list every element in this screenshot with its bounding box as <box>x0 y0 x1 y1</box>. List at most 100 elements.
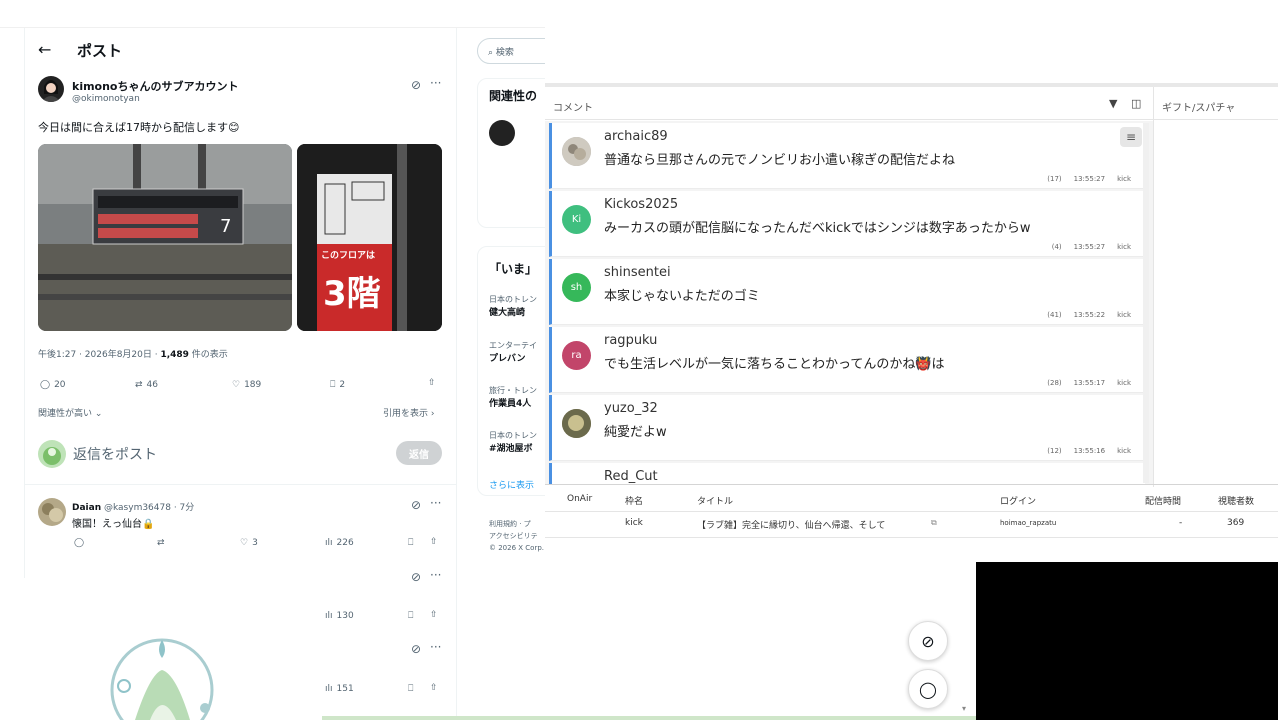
menu-icon[interactable]: ≡ <box>1120 127 1142 147</box>
comment-source: kick <box>1117 379 1131 387</box>
comment-source: kick <box>1117 311 1131 319</box>
like-count: 189 <box>244 380 262 390</box>
like-action[interactable]: ♡ 189 <box>232 380 261 390</box>
related-avatar[interactable] <box>489 120 515 146</box>
quote-link[interactable]: 引用を表示 › <box>383 406 434 419</box>
filter-icon[interactable]: ▼ <box>1109 97 1117 110</box>
reply-button[interactable]: 返信 <box>396 441 442 465</box>
comment-count: (28) <box>1047 379 1062 387</box>
grok-icon[interactable]: ⊘ <box>411 78 421 92</box>
col-header-login[interactable]: ログイン <box>1000 494 1036 507</box>
comment-row[interactable]: yuzo_32 純愛だよw (12) 13:55:16 kick <box>549 395 1145 461</box>
views-action[interactable]: ılı 151 <box>325 684 354 694</box>
post-views-suffix: 件の表示 <box>188 350 228 360</box>
comment-user: yuzo_32 <box>604 401 658 416</box>
more-icon[interactable]: ··· <box>430 568 441 582</box>
trend-item[interactable]: 日本のトレン #湖池屋ボ <box>489 430 537 454</box>
reply-input[interactable]: 返信をポスト <box>73 444 157 464</box>
comment-text: でも生活レベルが一気に落ちることわかってんのかね👹は <box>604 357 945 372</box>
share-icon[interactable]: ⇧ <box>430 537 438 547</box>
mascot-logo <box>110 638 214 720</box>
reply-avatar[interactable] <box>38 498 66 526</box>
relevance-sort[interactable]: 関連性が高い ⌄ <box>38 406 102 419</box>
comment-meta: (41) 13:55:22 kick <box>1047 311 1131 319</box>
more-icon[interactable]: ··· <box>430 496 441 510</box>
repost-action[interactable]: ⇄ 46 <box>135 380 158 390</box>
trend-category: 日本のトレン <box>489 295 537 304</box>
comment-icon[interactable]: ◯ <box>74 538 84 548</box>
grok-button[interactable]: ⊘ <box>908 621 948 661</box>
bookmark-icon[interactable]: ⎕ <box>408 611 413 621</box>
views-action[interactable]: ılı 130 <box>325 611 354 621</box>
trend-item[interactable]: エンターテイ プレバン <box>489 340 537 364</box>
grok-icon[interactable]: ⊘ <box>411 570 421 584</box>
scrollbar[interactable] <box>1143 123 1149 483</box>
my-avatar[interactable] <box>38 440 66 468</box>
screen: ← ポスト kimonoちゃんのサブアカウント @okimonotyan ⊘ ·… <box>0 0 1278 720</box>
search-icon: ⌕ <box>488 48 496 58</box>
more-icon[interactable]: ··· <box>430 640 441 654</box>
back-arrow-icon[interactable]: ← <box>38 40 51 59</box>
share-icon[interactable]: ⇧ <box>428 378 436 388</box>
comment-row[interactable]: Red_Cut <box>549 463 1145 484</box>
bookmark-action[interactable]: ⎕ 2 <box>330 380 345 390</box>
comment-list: archaic89 普通なら旦那さんの元でノンビリお小遣い稼ぎの配信だよね (1… <box>545 121 1153 484</box>
chat-bubble-icon: ◯ <box>919 679 937 699</box>
reply-action[interactable]: ◯ 20 <box>40 380 66 390</box>
author-handle[interactable]: @okimonotyan <box>72 94 140 104</box>
trend-category: エンターテイ <box>489 341 537 350</box>
reply-header: Daian @kasym36478 · 7分 <box>72 500 194 513</box>
post-image-station[interactable]: 7 <box>38 144 292 331</box>
footer-line: © 2026 X Corp. <box>489 544 545 552</box>
relevance-label: 関連性が高い <box>38 409 93 419</box>
col-header-viewers[interactable]: 視聴者数 <box>1218 494 1254 507</box>
col-header-title[interactable]: タイトル <box>697 494 733 507</box>
more-icon[interactable]: ··· <box>430 76 441 90</box>
col-header-duration[interactable]: 配信時間 <box>1145 494 1181 507</box>
like-action[interactable]: ♡ 3 <box>240 538 258 548</box>
comment-user: Red_Cut <box>604 469 658 484</box>
bookmark-icon[interactable]: ⎕ <box>408 538 413 548</box>
sign-text: このフロアは <box>321 251 376 261</box>
scroll-down-icon[interactable]: ▾ <box>962 704 966 713</box>
author-avatar[interactable] <box>38 76 64 102</box>
show-more-link[interactable]: さらに表示 <box>489 478 534 491</box>
chart-icon: ılı <box>325 538 333 548</box>
grok-icon[interactable]: ⊘ <box>411 642 421 656</box>
post-image-sign[interactable]: このフロアは 3階 <box>297 144 442 331</box>
comment-count: (17) <box>1047 175 1062 183</box>
repost-icon: ⇄ <box>135 380 143 390</box>
bookmark-icon[interactable]: ⎕ <box>408 684 413 694</box>
comment-count: (12) <box>1047 447 1062 455</box>
search-input[interactable]: ⌕ 検索 <box>477 38 545 64</box>
share-icon[interactable]: ⇧ <box>430 610 438 620</box>
comment-text: 普通なら旦那さんの元でノンビリお小遣い稼ぎの配信だよね <box>604 153 956 168</box>
comment-avatar <box>562 409 591 438</box>
comment-row[interactable]: ra ragpuku でも生活レベルが一気に落ちることわかってんのかね👹は (2… <box>549 327 1145 393</box>
grok-icon[interactable]: ⊘ <box>411 498 421 512</box>
comment-row[interactable]: Ki Kickos2025 みーカスの頭が配信脳になったんだべkickではシンジ… <box>549 191 1145 257</box>
columns-icon[interactable]: ◫ <box>1131 97 1141 110</box>
repost-icon[interactable]: ⇄ <box>157 538 165 548</box>
bookmark-icon: ⎕ <box>330 380 336 390</box>
trend-category: 旅行・トレン <box>489 386 537 395</box>
share-icon[interactable]: ⇧ <box>430 683 438 693</box>
comment-text: 本家じゃないよただのゴミ <box>604 289 760 304</box>
messages-button[interactable]: ◯ <box>908 669 948 709</box>
cell-login[interactable]: hoimao_rapzatu <box>1000 519 1056 527</box>
trend-item[interactable]: 日本のトレン 健大高崎 <box>489 294 537 318</box>
author-name[interactable]: kimonoちゃんのサブアカウント <box>72 78 239 94</box>
col-header-onair[interactable]: OnAir <box>567 494 592 504</box>
footer-line: 利用規約 · プ <box>489 520 531 528</box>
comment-row[interactable]: sh shinsentei 本家じゃないよただのゴミ (41) 13:55:22 k… <box>549 259 1145 325</box>
comment-time: 13:55:16 <box>1073 447 1106 455</box>
cell-title[interactable]: 【ラブ雑】完全に縁切り、仙台へ帰還、そして <box>697 518 885 531</box>
reply-name[interactable]: Daian <box>72 503 101 513</box>
views-action[interactable]: ılı 226 <box>325 538 354 548</box>
footer-links[interactable]: 利用規約 · プ アクセシビリテ © 2026 X Corp. <box>489 518 544 554</box>
cell-frame[interactable]: kick <box>625 518 643 528</box>
copy-icon[interactable]: ⧉ <box>931 518 937 528</box>
trend-item[interactable]: 旅行・トレン 作業員4人 <box>489 385 537 409</box>
col-header-frame[interactable]: 枠名 <box>625 494 643 507</box>
comment-row[interactable]: archaic89 普通なら旦那さんの元でノンビリお小遣い稼ぎの配信だよね (1… <box>549 123 1145 189</box>
